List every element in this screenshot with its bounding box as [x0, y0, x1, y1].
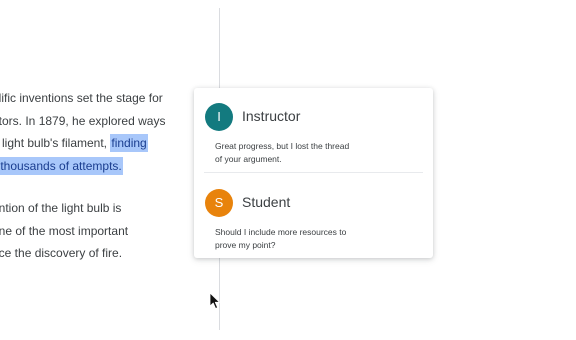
doc-line[interactable]: e light bulb's filament, finding: [0, 132, 182, 155]
comment-body: Should I include more resources to prove…: [215, 226, 375, 252]
comment-thread[interactable]: I Instructor Great progress, but I lost …: [194, 88, 433, 258]
comment-line: Should I include more resources to: [215, 227, 347, 237]
doc-line[interactable]: one of the most important: [0, 220, 182, 243]
doc-line-text[interactable]: ention of the light bulb is: [0, 201, 121, 215]
doc-line[interactable]: ention of the light bulb is: [0, 197, 182, 220]
doc-line-text[interactable]: one of the most important: [0, 224, 128, 238]
document-body[interactable]: olific inventions set the stage for ator…: [0, 87, 182, 265]
avatar: I: [205, 103, 233, 131]
comment-line: Great progress, but I lost the thread: [215, 141, 350, 151]
comment-line: of your argument.: [215, 154, 282, 164]
comment-author: Student: [242, 194, 291, 210]
doc-line[interactable]: nce the discovery of fire.: [0, 242, 182, 265]
doc-line[interactable]: olific inventions set the stage for: [0, 87, 182, 110]
avatar: S: [205, 189, 233, 217]
comment-line: prove my point?: [215, 240, 276, 250]
mouse-pointer-icon: [209, 292, 220, 309]
comment-instructor[interactable]: I Instructor Great progress, but I lost …: [194, 88, 433, 172]
comment-divider: [204, 172, 423, 173]
comment-author: Instructor: [242, 108, 301, 124]
doc-line-text[interactable]: nce the discovery of fire.: [0, 246, 122, 260]
document-editor: olific inventions set the stage for ator…: [0, 0, 576, 340]
comment-student[interactable]: S Student Should I include more resource…: [194, 174, 433, 258]
doc-line[interactable]: r thousands of attempts.: [0, 155, 182, 178]
doc-line-text[interactable]: ators. In 1879, he explored ways: [0, 114, 165, 128]
doc-line-text[interactable]: e light bulb's filament,: [0, 136, 110, 150]
highlighted-text[interactable]: r thousands of attempts.: [0, 156, 123, 175]
highlighted-text[interactable]: finding: [110, 134, 148, 152]
doc-line-text[interactable]: olific inventions set the stage for: [0, 91, 163, 105]
doc-line[interactable]: ators. In 1879, he explored ways: [0, 110, 182, 133]
comment-body: Great progress, but I lost the thread of…: [215, 140, 375, 166]
